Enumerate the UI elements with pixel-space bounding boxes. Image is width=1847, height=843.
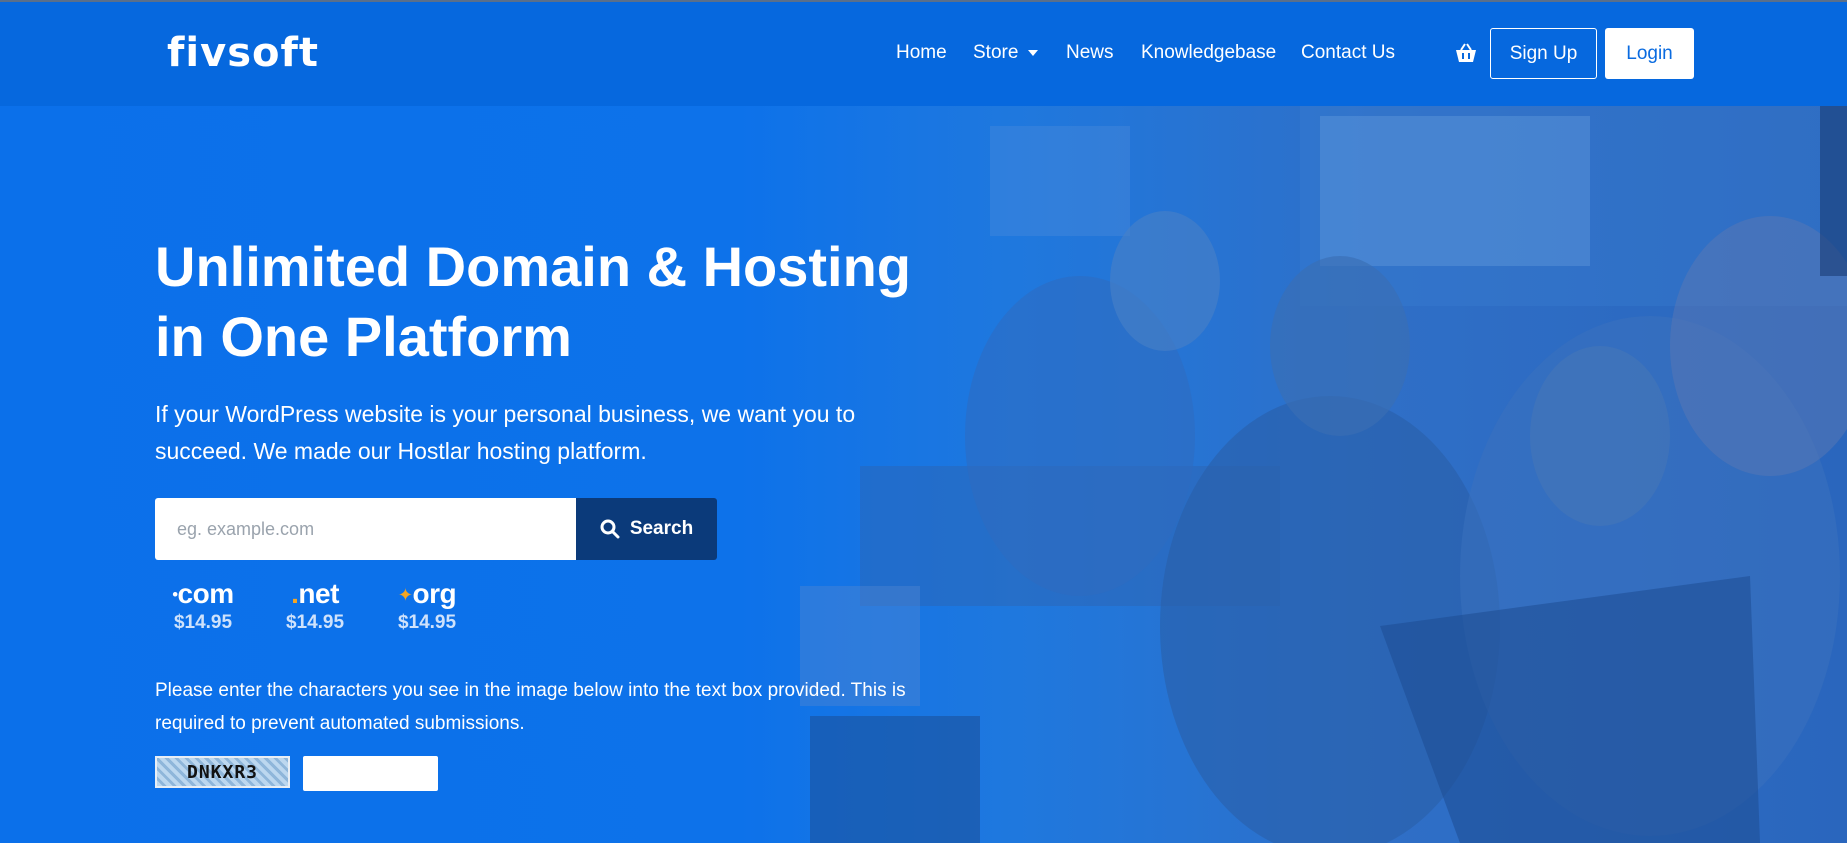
login-button[interactable]: Login bbox=[1605, 28, 1694, 79]
nav-contact-us[interactable]: Contact Us bbox=[1301, 42, 1395, 64]
hero-subtitle: If your WordPress website is your person… bbox=[155, 401, 856, 464]
site-header: fivsoft Home Store News Knowledgebase Co… bbox=[0, 2, 1847, 106]
domain-search-input[interactable] bbox=[155, 498, 577, 560]
captcha-input[interactable] bbox=[303, 756, 438, 791]
nav-store-label: Store bbox=[973, 42, 1019, 63]
tld-com-name: •com bbox=[172, 578, 234, 609]
fivsoft-logo-icon: fivsoft bbox=[167, 30, 319, 76]
sign-up-button[interactable]: Sign Up bbox=[1490, 28, 1597, 79]
hero-title: Unlimited Domain & Hosting in One Platfo… bbox=[155, 235, 911, 368]
svg-text:fivsoft: fivsoft bbox=[167, 30, 319, 72]
search-button[interactable]: Search bbox=[576, 498, 717, 560]
tld-org-price: $14.95 bbox=[397, 612, 457, 633]
tld-com-price: $14.95 bbox=[173, 612, 233, 633]
captcha-instructions: Please enter the characters you see in t… bbox=[155, 680, 906, 734]
search-icon bbox=[600, 519, 620, 539]
nav-store[interactable]: Store bbox=[973, 42, 1039, 64]
tld-org-name: ✦org bbox=[397, 578, 457, 609]
tld-org: ✦org $14.95 bbox=[382, 578, 472, 634]
hero-section: Unlimited Domain & Hosting in One Platfo… bbox=[0, 106, 1847, 843]
nav-knowledgebase[interactable]: Knowledgebase bbox=[1141, 42, 1276, 64]
tld-com: •com $14.95 bbox=[158, 578, 248, 634]
chevron-down-icon bbox=[1028, 49, 1039, 56]
nav-news[interactable]: News bbox=[1066, 42, 1114, 64]
tld-net-price: $14.95 bbox=[285, 612, 345, 633]
nav-home[interactable]: Home bbox=[896, 42, 947, 64]
brand-logo[interactable]: fivsoft bbox=[167, 30, 319, 83]
basket-icon[interactable] bbox=[1453, 42, 1479, 64]
tld-net: .net $14.95 bbox=[270, 578, 360, 634]
tld-net-name: .net bbox=[291, 578, 339, 609]
captcha-image: DNKXR3 bbox=[155, 756, 290, 788]
search-button-label: Search bbox=[629, 518, 694, 539]
